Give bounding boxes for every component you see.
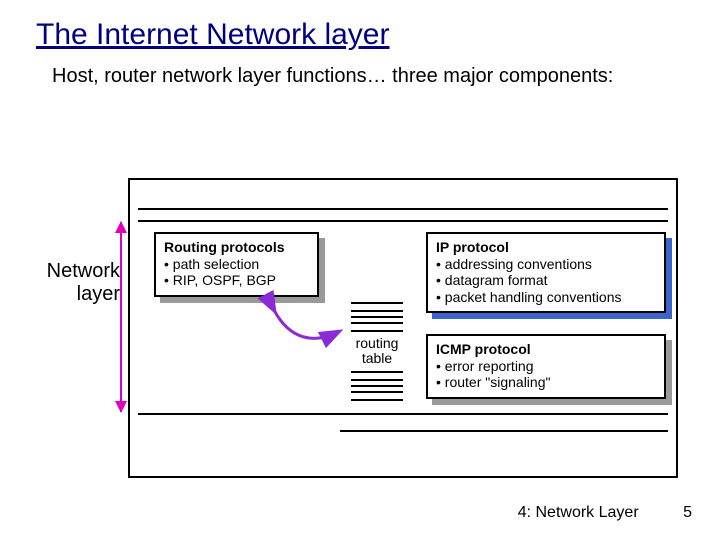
icmp-protocol-header: ICMP protocol [436, 341, 656, 358]
slide-title: The Internet Network layer [0, 0, 720, 52]
routing-protocols-header: Routing protocols [164, 239, 309, 256]
routing-bullet-1: path selection [164, 256, 309, 273]
layer-stack-diagram: Routing protocols path selection RIP, OS… [128, 178, 678, 478]
icmp-bullet-2: router "signaling" [436, 374, 656, 391]
routing-table-label-2: table [342, 351, 412, 366]
transport-layer-row [138, 188, 668, 210]
icmp-protocol-box: ICMP protocol error reporting router "si… [426, 334, 666, 399]
routing-table: routing table [342, 302, 412, 405]
slide-subtitle: Host, router network layer functions… th… [0, 52, 720, 89]
routing-table-icon [351, 302, 403, 332]
ip-bullet-2: datagram format [436, 272, 656, 289]
side-label-line2: layer [77, 283, 120, 305]
icmp-bullet-1: error reporting [436, 358, 656, 375]
side-label-line1: Network [47, 260, 120, 282]
slide-footer: 4: Network Layer 5 [518, 504, 692, 522]
routing-bullet-2: RIP, OSPF, BGP [164, 272, 309, 289]
routing-protocols-box: Routing protocols path selection RIP, OS… [154, 232, 319, 297]
link-layer-row [340, 430, 668, 468]
network-layer-row: Routing protocols path selection RIP, OS… [138, 220, 668, 415]
ip-protocol-header: IP protocol [436, 239, 656, 256]
ip-protocol-box: IP protocol addressing conventions datag… [426, 232, 666, 313]
routing-to-table-arrow [268, 304, 344, 350]
network-layer-extent-arrow [120, 222, 122, 412]
ip-bullet-1: addressing conventions [436, 256, 656, 273]
network-layer-side-label: Network layer [38, 260, 120, 306]
routing-table-label-1: routing [342, 336, 412, 351]
routing-table-icon-bottom [351, 371, 403, 401]
footer-page-number: 5 [683, 504, 692, 521]
ip-bullet-3: packet handling conventions [436, 289, 656, 306]
footer-chapter: 4: Network Layer [518, 504, 639, 521]
